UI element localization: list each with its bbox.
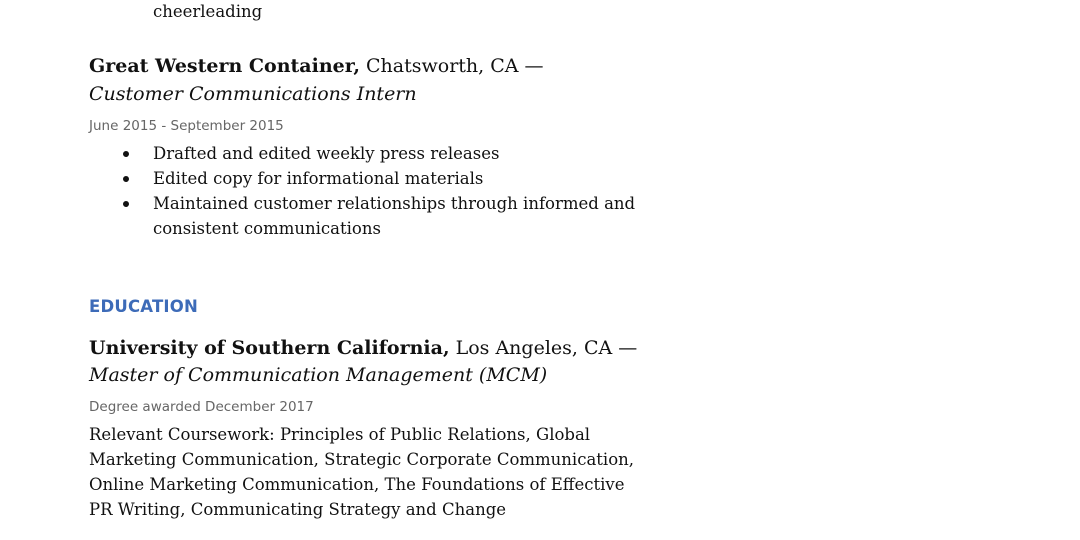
section-title-education: EDUCATION (89, 297, 198, 316)
list-item: Edited copy for informational materials (117, 166, 637, 191)
education-degree: Master of Communication Management (MCM) (89, 364, 548, 386)
experience-role: Customer Communications Intern (89, 83, 417, 105)
education-awarded: Degree awarded December 2017 (89, 399, 314, 415)
bullet-icon (123, 176, 129, 182)
education-school: University of Southern California, (89, 337, 450, 359)
coursework-paragraph: Relevant Coursework: Principles of Publi… (89, 422, 634, 522)
experience-organization: Great Western Container, (89, 55, 360, 77)
bullet-text: Maintained customer relationships throug… (153, 194, 636, 213)
list-item: Maintained customer relationships throug… (117, 191, 637, 241)
education-location: Los Angeles, CA — (449, 337, 638, 359)
previous-bullet-continuation: cheerleading (153, 2, 263, 21)
coursework-line: Relevant Coursework: Principles of Publi… (89, 425, 591, 444)
bullet-icon (123, 151, 129, 157)
coursework-line: PR Writing, Communicating Strategy and C… (89, 500, 507, 519)
list-item: Drafted and edited weekly press releases (117, 141, 637, 166)
bullet-icon (123, 201, 129, 207)
experience-dates: June 2015 - September 2015 (89, 118, 284, 134)
experience-location: Chatsworth, CA — (359, 55, 544, 77)
resume-page: cheerleading Great Western Container, Ch… (0, 0, 1080, 540)
bullet-text-continuation: consistent communications (153, 219, 381, 238)
bullet-text: Edited copy for informational materials (153, 169, 484, 188)
bullet-text: Drafted and edited weekly press releases (153, 144, 500, 163)
experience-bullet-list: Drafted and edited weekly press releases… (117, 141, 637, 241)
education-heading: University of Southern California, Los A… (89, 335, 637, 361)
coursework-line: Online Marketing Communication, The Foun… (89, 475, 625, 494)
experience-heading: Great Western Container, Chatsworth, CA … (89, 53, 544, 79)
coursework-line: Marketing Communication, Strategic Corpo… (89, 450, 634, 469)
